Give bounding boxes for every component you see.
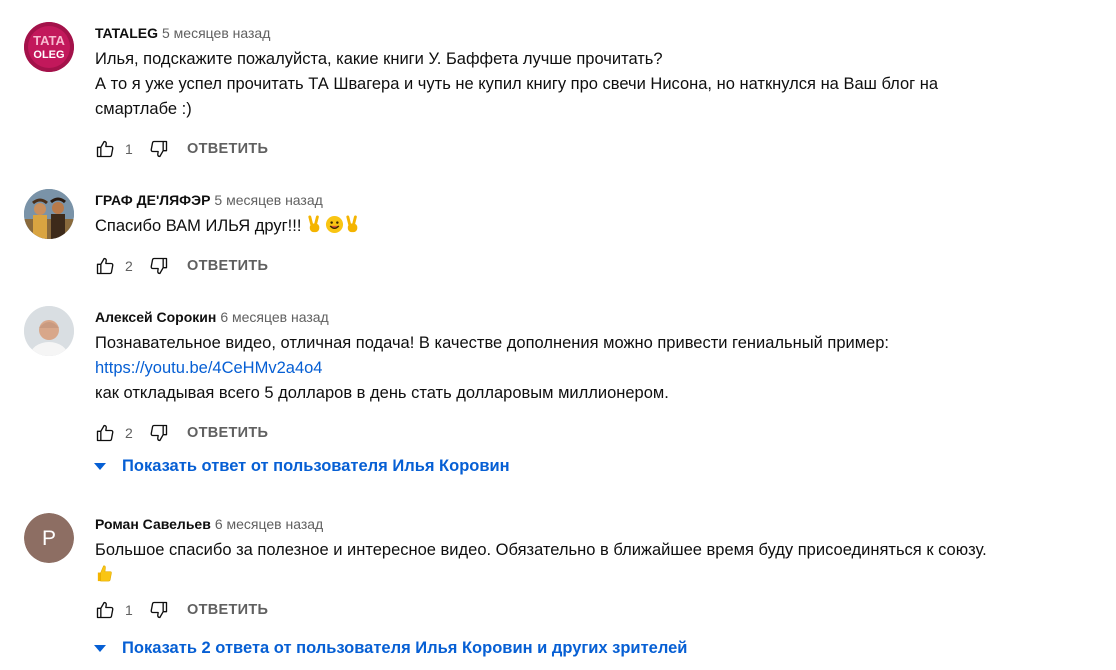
- thumbs-up-emoji: [95, 564, 114, 583]
- svg-text:TATA: TATA: [33, 33, 65, 48]
- avatar[interactable]: [24, 306, 74, 356]
- avatar[interactable]: Р: [24, 513, 74, 563]
- comment-text: Спасибо ВАМ ИЛЬЯ друг!!!: [95, 214, 1096, 239]
- show-replies-button[interactable]: Показать 2 ответа от пользователя Илья К…: [92, 639, 687, 658]
- caret-down-icon: [94, 463, 106, 470]
- comment-time[interactable]: 6 месяцев назад: [215, 516, 323, 532]
- like-icon[interactable]: [93, 254, 117, 278]
- comment-text: Илья, подскажите пожалуйста, какие книги…: [95, 50, 939, 118]
- show-replies-button[interactable]: Показать ответ от пользователя Илья Коро…: [92, 457, 510, 476]
- video-link[interactable]: https://youtu.be/4CeHMv2a4o4: [95, 359, 322, 377]
- comment-time[interactable]: 5 месяцев назад: [162, 25, 270, 41]
- svg-text:Р: Р: [42, 527, 56, 550]
- avatar[interactable]: [24, 189, 74, 239]
- dislike-icon[interactable]: [147, 137, 171, 161]
- like-count: 1: [125, 141, 133, 157]
- comment-text: Большое спасибо за полезное и интересное…: [95, 538, 1096, 588]
- reply-button[interactable]: ОТВЕТИТЬ: [187, 141, 268, 157]
- like-count: 2: [125, 425, 133, 441]
- reply-button[interactable]: ОТВЕТИТЬ: [187, 602, 268, 618]
- victory-hand-emoji: [344, 215, 363, 234]
- caret-down-icon: [94, 645, 106, 652]
- dislike-icon[interactable]: [147, 421, 171, 445]
- dislike-icon[interactable]: [147, 598, 171, 622]
- svg-text:OLEG: OLEG: [33, 49, 64, 61]
- author-name[interactable]: Алексей Сорокин: [95, 309, 216, 325]
- comment-time[interactable]: 6 месяцев назад: [220, 309, 328, 325]
- comment-text: Познавательное видео, отличная подача! В…: [95, 334, 889, 402]
- avatar[interactable]: TATA OLEG: [24, 22, 74, 72]
- comment-time[interactable]: 5 месяцев назад: [214, 192, 322, 208]
- author-name[interactable]: TATALEG: [95, 25, 158, 41]
- victory-hand-emoji: [306, 215, 325, 234]
- smiling-face-emoji: [325, 215, 344, 234]
- like-icon[interactable]: [93, 137, 117, 161]
- like-count: 1: [125, 602, 133, 618]
- reply-button[interactable]: ОТВЕТИТЬ: [187, 258, 268, 274]
- author-name[interactable]: ГРАФ ДЕ'ЛЯФЭР: [95, 192, 210, 208]
- like-icon[interactable]: [93, 421, 117, 445]
- reply-button[interactable]: ОТВЕТИТЬ: [187, 425, 268, 441]
- dislike-icon[interactable]: [147, 254, 171, 278]
- like-count: 2: [125, 258, 133, 274]
- author-name[interactable]: Роман Савельев: [95, 516, 211, 532]
- like-icon[interactable]: [93, 598, 117, 622]
